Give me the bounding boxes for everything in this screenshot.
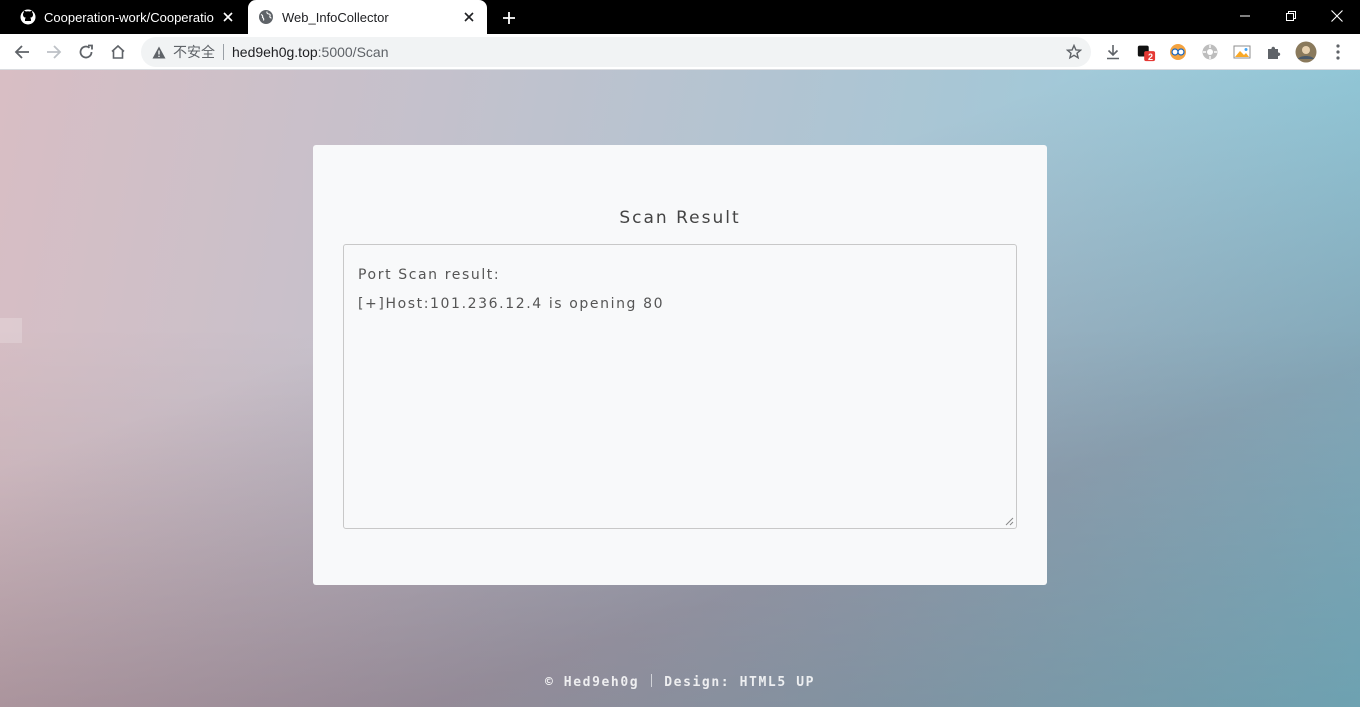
restore-button[interactable] [1268,0,1314,32]
minimize-icon [1240,15,1250,17]
result-line: [+]Host:101.236.12.4 is opening 80 [358,296,665,312]
github-icon [20,9,36,25]
result-card: Scan Result Port Scan result: [+]Host:10… [313,145,1047,585]
close-icon[interactable] [220,9,236,25]
scan-result-textarea[interactable]: Port Scan result: [+]Host:101.236.12.4 i… [343,244,1017,529]
arrow-left-icon [14,45,29,59]
footer-copyright: © Hed9eh0g [544,675,640,690]
arrow-right-icon [47,45,62,59]
footer-design-link[interactable]: Design: HTML5 UP [664,675,815,690]
restore-icon [1286,11,1296,21]
divider [223,44,224,60]
resize-grip-icon[interactable] [1005,517,1014,526]
menu-kebab-icon[interactable] [1328,42,1348,62]
back-button[interactable] [9,39,35,65]
download-icon[interactable] [1103,42,1123,62]
footer: © Hed9eh0g Design: HTML5 UP [0,674,1360,690]
home-icon [111,44,125,59]
tab-title: Cooperation-work/Cooperatio [44,9,214,25]
home-button[interactable] [105,39,131,65]
address-bar[interactable]: 不安全 hed9eh0g.top:5000/Scan [141,37,1091,67]
owl-extension-icon[interactable] [1168,42,1188,62]
close-icon[interactable] [461,9,477,25]
side-tab[interactable] [0,318,22,343]
page-title: Scan Result [619,208,741,228]
bookmark-star-icon[interactable] [1065,43,1083,61]
gear-extension-icon[interactable] [1200,42,1220,62]
globe-icon [258,9,274,25]
reload-icon [79,44,93,59]
close-window-button[interactable] [1314,0,1360,32]
tab-strip: Cooperation-work/Cooperatio Web_InfoColl… [0,0,1360,34]
new-tab-button[interactable] [498,7,520,29]
url-host: hed9eh0g.top [232,44,318,60]
puzzle-icon[interactable] [1264,42,1284,62]
result-line: Port Scan result: [358,267,501,283]
plus-icon [503,12,515,24]
forward-button[interactable] [41,39,67,65]
tab-title: Web_InfoCollector [282,9,389,25]
tab-web-infocollector[interactable]: Web_InfoCollector [248,0,487,34]
footer-divider [651,674,653,687]
extension-badge-icon[interactable]: 2 [1136,42,1156,62]
minimize-button[interactable] [1222,0,1268,32]
page-background: Scan Result Port Scan result: [+]Host:10… [0,70,1360,707]
close-icon [1331,10,1343,22]
extension-badge-count: 2 [1148,52,1154,62]
avatar[interactable] [1294,40,1318,64]
reload-button[interactable] [73,39,99,65]
warning-icon[interactable] [151,44,167,60]
browser-toolbar: 不安全 hed9eh0g.top:5000/Scan 2 [0,34,1360,70]
security-label[interactable]: 不安全 [173,42,215,62]
image-extension-icon[interactable] [1232,42,1252,62]
url-path: :5000/Scan [317,44,389,60]
tab-cooperation-work[interactable]: Cooperation-work/Cooperatio [10,0,246,34]
